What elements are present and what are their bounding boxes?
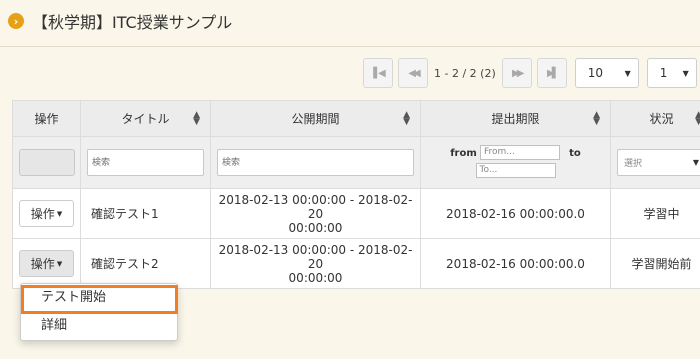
assignments-table: 操作 タイトル▲▼ 公開期間▲▼ 提出期限▲▼ 状況▲▼ from From..… xyxy=(12,100,700,289)
row-title: 確認テスト1 xyxy=(80,188,211,239)
page-header: › 【秋学期】ITC授業サンプル xyxy=(8,8,232,34)
highlight-box xyxy=(21,285,178,314)
operation-filter-placeholder xyxy=(19,149,75,176)
chevron-down-icon: ▼ xyxy=(692,158,699,167)
sort-icon: ▲ ▼ xyxy=(593,109,600,127)
sort-icon: ▲ ▼ xyxy=(403,109,410,127)
first-page-button[interactable]: ▌◀ xyxy=(363,58,393,88)
row-deadline: 2018-02-16 00:00:00.0 xyxy=(420,188,611,239)
row-period: 2018-02-13 00:00:00 - 2018-02-20 00:00:00 xyxy=(210,188,421,239)
title-search-input[interactable] xyxy=(87,149,204,176)
page-value: 1 xyxy=(659,66,668,80)
per-page-select[interactable]: 10 ▼ xyxy=(574,58,639,88)
chevron-down-icon: ▼ xyxy=(682,68,689,78)
status-filter-value: 選択 xyxy=(624,159,643,169)
table-row: 操作 ▼ 確認テスト2 2018-02-13 00:00:00 - 2018-02… xyxy=(12,238,700,289)
column-header-status[interactable]: 状況 ▲ ▼ xyxy=(610,100,700,137)
row-status: 学習開始前 xyxy=(610,238,700,289)
next-page-button[interactable]: ▶▶ xyxy=(501,58,532,88)
to-label: to xyxy=(569,147,581,159)
from-date-input[interactable]: From... xyxy=(479,145,560,160)
status-filter-select[interactable]: 選択 ▼ xyxy=(617,149,700,176)
page-title: 【秋学期】ITC授業サンプル xyxy=(32,13,233,32)
chevron-down-icon: ▼ xyxy=(624,68,631,78)
row-period: 2018-02-13 00:00:00 - 2018-02-20 00:00:00 xyxy=(210,238,421,289)
prev-page-icon: ◀◀ xyxy=(408,67,421,79)
table-row: 操作 ▼ 確認テスト1 2018-02-13 00:00:00 - 2018-02… xyxy=(12,188,700,239)
table-filter-row: from From... to To... 選択 ▼ xyxy=(12,136,700,189)
table-header-row: 操作 タイトル ▲ ▼ 公開期間 ▲ ▼ 提出期限 ▲ ▼ 状況 ▲ ▼ xyxy=(12,100,700,137)
operation-dropdown-button[interactable]: 操作 ▼ xyxy=(19,200,74,227)
column-header-deadline[interactable]: 提出期限 ▲ ▼ xyxy=(420,100,611,137)
deadline-range-filter: from From... to To... xyxy=(427,145,604,181)
page-select[interactable]: 1 ▼ xyxy=(646,58,697,88)
to-date-input[interactable]: To... xyxy=(475,163,556,178)
from-label: from xyxy=(450,147,477,159)
sort-icon: ▲ ▼ xyxy=(193,109,200,127)
column-header-operation: 操作 xyxy=(12,100,81,137)
caret-down-icon: ▼ xyxy=(56,209,63,218)
operation-dropdown-button[interactable]: 操作 ▼ xyxy=(19,250,74,277)
title-divider xyxy=(0,46,700,47)
row-status: 学習中 xyxy=(610,188,700,239)
per-page-value: 10 xyxy=(587,66,604,80)
last-page-icon: ▶▌ xyxy=(547,67,560,79)
last-page-button[interactable]: ▶▌ xyxy=(536,58,567,88)
row-title: 確認テスト2 xyxy=(80,238,211,289)
menu-item-details[interactable]: 詳細 xyxy=(21,314,177,338)
page-info: 1 - 2 / 2 (2) xyxy=(434,66,496,80)
caret-down-icon: ▼ xyxy=(56,259,63,268)
period-search-input[interactable] xyxy=(217,149,414,176)
column-header-title[interactable]: タイトル ▲ ▼ xyxy=(80,100,211,137)
prev-page-button[interactable]: ◀◀ xyxy=(398,58,428,88)
pagination: ▌◀ ◀◀ 1 - 2 / 2 (2) ▶▶ ▶▌ 10 ▼ 1 ▼ xyxy=(363,58,697,88)
sort-icon: ▲ ▼ xyxy=(695,109,700,127)
next-page-icon: ▶▶ xyxy=(512,67,525,79)
chevron-right-circle-icon: › xyxy=(8,13,24,29)
row-deadline: 2018-02-16 00:00:00.0 xyxy=(420,238,611,289)
column-header-period[interactable]: 公開期間 ▲ ▼ xyxy=(210,100,421,137)
first-page-icon: ▌◀ xyxy=(373,67,386,79)
